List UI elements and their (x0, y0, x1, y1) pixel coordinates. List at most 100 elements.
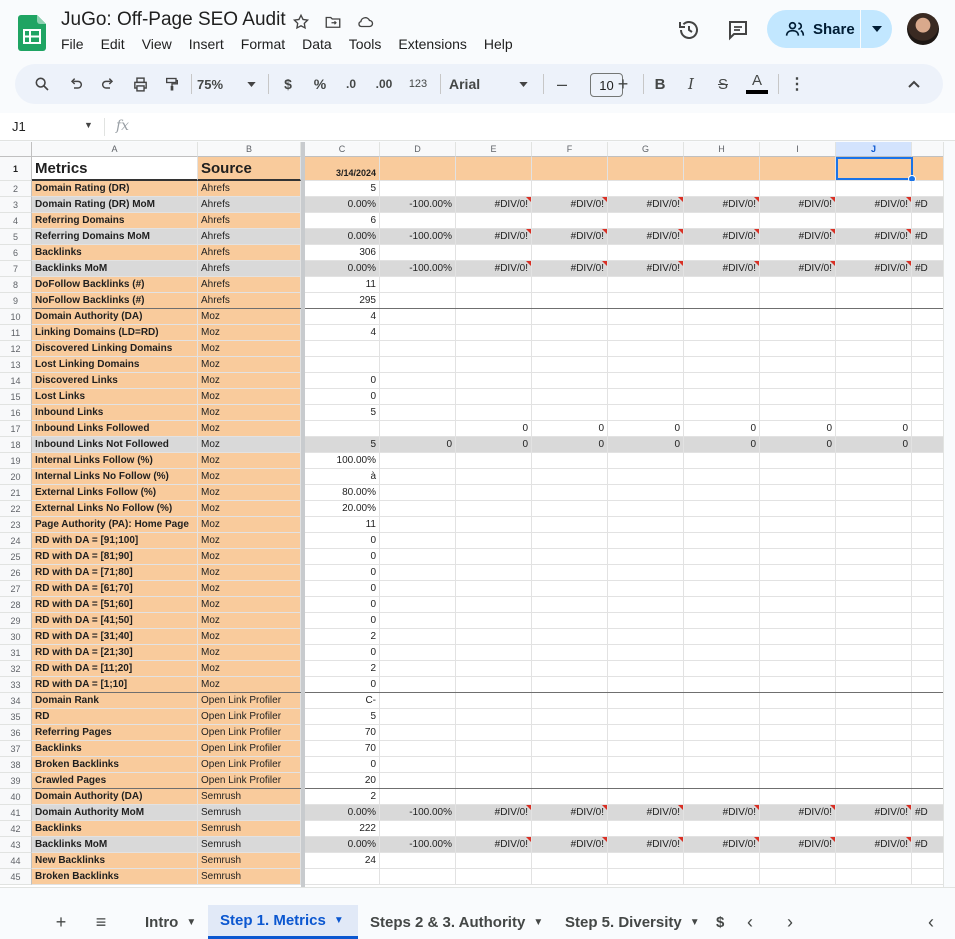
search-menus-icon[interactable] (29, 64, 55, 104)
row-header[interactable]: 41 (0, 805, 32, 821)
value-cell[interactable] (380, 597, 456, 613)
error-indicator-icon[interactable] (830, 197, 835, 202)
row-header[interactable]: 6 (0, 245, 32, 261)
row-header[interactable]: 20 (0, 469, 32, 485)
value-cell[interactable] (456, 709, 532, 725)
value-cell[interactable] (760, 293, 836, 309)
value-cell[interactable] (912, 293, 943, 309)
value-cell[interactable] (380, 661, 456, 677)
value-cell[interactable]: 0 (305, 389, 380, 405)
value-cell[interactable] (836, 773, 912, 789)
value-cell[interactable] (380, 325, 456, 341)
value-cell[interactable]: 0 (836, 421, 912, 437)
value-cell[interactable]: 0 (305, 757, 380, 773)
share-button[interactable]: Share (767, 10, 860, 48)
sheet-tab[interactable]: $ (712, 905, 732, 939)
source-cell[interactable]: Moz (198, 613, 301, 629)
value-cell[interactable] (456, 757, 532, 773)
value-cell[interactable] (608, 597, 684, 613)
value-cell[interactable] (608, 389, 684, 405)
value-cell[interactable] (380, 869, 456, 885)
value-cell[interactable] (760, 373, 836, 389)
value-cell[interactable] (380, 645, 456, 661)
source-cell[interactable]: Semrush (198, 837, 301, 853)
value-cell[interactable] (684, 613, 760, 629)
version-history-icon[interactable] (673, 14, 705, 46)
value-cell[interactable] (380, 341, 456, 357)
value-cell[interactable] (456, 613, 532, 629)
metric-name-cell[interactable]: RD with DA = [21;30] (32, 645, 198, 661)
source-cell[interactable]: Moz (198, 373, 301, 389)
value-cell[interactable] (684, 453, 760, 469)
italic-button[interactable]: I (681, 64, 701, 104)
value-cell[interactable] (456, 645, 532, 661)
row-header[interactable]: 32 (0, 661, 32, 677)
value-cell[interactable] (912, 421, 943, 437)
value-cell[interactable] (912, 373, 943, 389)
value-cell[interactable] (684, 773, 760, 789)
value-cell[interactable] (684, 709, 760, 725)
column-header-h[interactable]: H (684, 142, 760, 157)
metric-name-cell[interactable]: Crawled Pages (32, 773, 198, 789)
row-header[interactable]: 17 (0, 421, 32, 437)
value-cell[interactable] (305, 421, 380, 437)
source-cell[interactable]: Moz (198, 421, 301, 437)
value-cell[interactable] (532, 341, 608, 357)
header-cell-empty[interactable] (532, 157, 608, 181)
value-cell[interactable]: 0.00% (305, 229, 380, 245)
value-cell[interactable] (760, 661, 836, 677)
menu-file[interactable]: File (61, 36, 84, 52)
value-cell[interactable] (836, 869, 912, 885)
value-cell[interactable] (836, 277, 912, 293)
cloud-status-icon[interactable] (354, 11, 376, 33)
spreadsheet-grid[interactable]: A B C D E F G H I J 1 Metrics Source 3/14/2024 2 Domain… (0, 142, 943, 887)
value-cell[interactable] (836, 533, 912, 549)
source-cell[interactable]: Moz (198, 341, 301, 357)
select-all-corner[interactable] (0, 142, 32, 157)
row-header[interactable]: 11 (0, 325, 32, 341)
source-cell[interactable]: Semrush (198, 853, 301, 869)
tab-chevron-down-icon[interactable]: ▼ (533, 917, 543, 928)
value-cell[interactable]: 4 (305, 309, 380, 325)
value-cell[interactable] (608, 789, 684, 805)
value-cell[interactable] (836, 485, 912, 501)
menu-extensions[interactable]: Extensions (398, 36, 466, 52)
tab-chevron-down-icon[interactable]: ▼ (334, 915, 344, 926)
value-cell[interactable] (456, 853, 532, 869)
source-cell[interactable]: Ahrefs (198, 293, 301, 309)
redo-icon[interactable] (95, 64, 121, 104)
value-cell[interactable]: 5 (305, 437, 380, 453)
value-cell[interactable] (684, 581, 760, 597)
value-cell[interactable]: #D (912, 805, 943, 821)
value-cell[interactable] (760, 245, 836, 261)
value-cell[interactable]: 0 (760, 437, 836, 453)
value-cell[interactable]: -100.00% (380, 197, 456, 213)
value-cell[interactable] (380, 693, 456, 709)
value-cell[interactable] (912, 789, 943, 805)
value-cell[interactable] (532, 853, 608, 869)
metric-name-cell[interactable]: Lost Links (32, 389, 198, 405)
value-cell[interactable] (608, 325, 684, 341)
sheets-logo-icon[interactable] (18, 15, 46, 51)
source-cell[interactable]: Open Link Profiler (198, 693, 301, 709)
value-cell[interactable] (380, 405, 456, 421)
value-cell[interactable]: 80.00% (305, 485, 380, 501)
menu-edit[interactable]: Edit (101, 36, 125, 52)
value-cell[interactable] (836, 613, 912, 629)
value-cell[interactable] (836, 181, 912, 197)
row-header[interactable]: 2 (0, 181, 32, 197)
value-cell[interactable]: #DIV/0! (532, 805, 608, 821)
value-cell[interactable] (456, 325, 532, 341)
value-cell[interactable] (608, 341, 684, 357)
value-cell[interactable] (912, 437, 943, 453)
value-cell[interactable] (532, 325, 608, 341)
value-cell[interactable] (608, 293, 684, 309)
header-cell-empty[interactable] (912, 157, 943, 181)
value-cell[interactable] (912, 597, 943, 613)
value-cell[interactable]: #DIV/0! (760, 197, 836, 213)
sheet-tab[interactable]: Steps 2 & 3. Authority ▼ (358, 905, 546, 939)
error-indicator-icon[interactable] (754, 805, 759, 810)
source-cell[interactable]: Moz (198, 533, 301, 549)
error-indicator-icon[interactable] (754, 229, 759, 234)
value-cell[interactable] (836, 453, 912, 469)
